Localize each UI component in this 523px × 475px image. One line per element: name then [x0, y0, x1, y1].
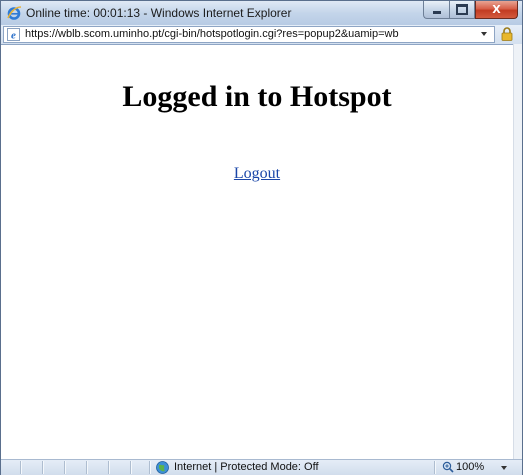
zoom-icon[interactable] [442, 461, 454, 473]
status-divider [149, 461, 150, 474]
window-title: Online time: 00:01:13 - Windows Internet… [26, 6, 292, 20]
status-divider [130, 461, 131, 474]
status-divider [108, 461, 109, 474]
vertical-scrollbar[interactable] [513, 44, 522, 459]
status-divider [42, 461, 43, 474]
browser-window: Online time: 00:01:13 - Windows Internet… [0, 0, 523, 475]
svg-text:e: e [11, 30, 16, 42]
window-controls: X [423, 1, 518, 20]
minimize-icon [432, 11, 441, 14]
globe-icon [156, 461, 169, 474]
ie-logo-icon [7, 6, 22, 20]
lock-icon[interactable] [501, 27, 513, 41]
status-divider [64, 461, 65, 474]
title-bar[interactable]: Online time: 00:01:13 - Windows Internet… [1, 1, 522, 25]
maximize-icon [456, 4, 468, 15]
maximize-button[interactable] [449, 1, 475, 19]
address-bar: e https://wblb.scom.uminho.pt/cgi-bin/ho… [1, 25, 522, 44]
logout-link[interactable]: Logout [234, 165, 280, 182]
page-title: Logged in to Hotspot [122, 80, 392, 113]
status-bar: Internet | Protected Mode: Off 100% [1, 459, 522, 475]
chevron-down-icon[interactable] [501, 466, 507, 470]
url-field[interactable]: e https://wblb.scom.uminho.pt/cgi-bin/ho… [3, 26, 495, 43]
close-icon: X [492, 3, 501, 16]
close-button[interactable]: X [475, 1, 518, 19]
ie-page-icon: e [7, 28, 20, 41]
security-zone-label[interactable]: Internet | Protected Mode: Off [174, 461, 319, 473]
status-divider [86, 461, 87, 474]
page-content: Logged in to Hotspot Logout [1, 44, 513, 459]
logout-container: Logout [1, 165, 513, 183]
zoom-level[interactable]: 100% [456, 461, 484, 473]
status-divider [434, 461, 435, 474]
chevron-down-icon[interactable] [481, 32, 487, 36]
minimize-button[interactable] [423, 1, 449, 19]
status-divider [20, 461, 21, 474]
url-text: https://wblb.scom.uminho.pt/cgi-bin/hots… [25, 28, 399, 40]
